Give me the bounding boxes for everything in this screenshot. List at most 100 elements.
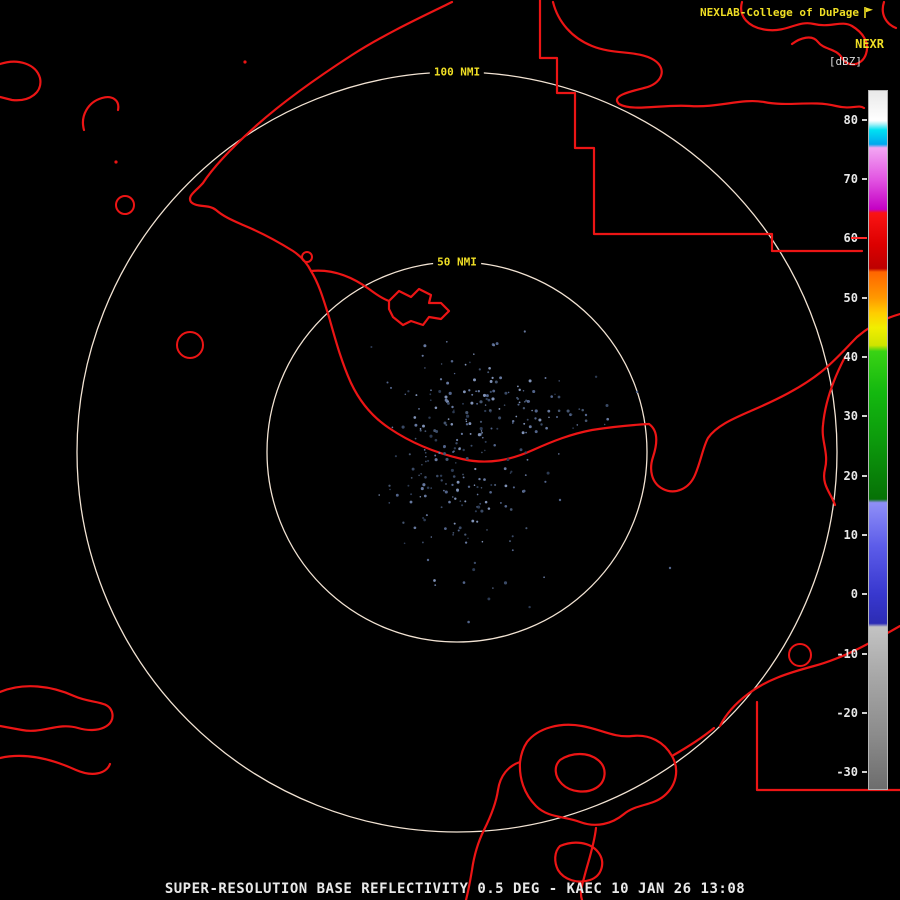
- echo-dot: [422, 355, 424, 357]
- echo-dot: [480, 427, 483, 430]
- echo-dot: [424, 367, 425, 368]
- echo-dot: [487, 371, 489, 373]
- colorbar-tick-label: 0: [822, 587, 858, 601]
- echo-dot: [423, 519, 426, 522]
- echo-dot: [389, 489, 390, 490]
- geo-dot: [114, 160, 117, 163]
- echo-dot: [481, 430, 482, 431]
- echo-dot: [465, 411, 468, 414]
- echo-dot: [486, 398, 488, 400]
- echo-dot: [431, 536, 433, 538]
- echo-dot: [388, 485, 390, 487]
- echo-dot: [558, 410, 561, 413]
- echo-dot: [479, 503, 481, 505]
- echo-dot: [452, 496, 453, 497]
- echo-dot: [492, 377, 494, 379]
- echo-dot: [453, 450, 455, 452]
- echo-dot: [483, 478, 486, 481]
- echo-dot: [545, 427, 548, 430]
- echo-dot: [485, 404, 486, 405]
- echo-dot: [424, 495, 427, 498]
- echo-dot: [415, 438, 417, 440]
- echo-dot: [456, 439, 458, 441]
- echo-dot: [529, 379, 532, 382]
- echo-dot: [438, 452, 440, 454]
- echo-dot: [451, 484, 453, 486]
- echo-dot: [523, 490, 526, 493]
- colorbar-tick-label: -30: [822, 765, 858, 779]
- echo-dot: [458, 448, 461, 451]
- echo-dot: [466, 457, 469, 460]
- echo-dot: [410, 493, 412, 495]
- echo-dot: [480, 421, 482, 423]
- echo-dot: [492, 390, 495, 393]
- echo-dot: [567, 409, 570, 412]
- echo-dot: [534, 417, 536, 419]
- echo-dot: [572, 427, 574, 429]
- echo-dot: [474, 484, 476, 486]
- echo-dot: [466, 421, 468, 423]
- echo-dot: [451, 423, 454, 426]
- product-code-label: NEXR: [855, 37, 884, 51]
- colorbar-tick-label: -20: [822, 706, 858, 720]
- echo-dot: [528, 400, 530, 402]
- echo-dot: [430, 399, 432, 401]
- echo-dot: [412, 468, 415, 471]
- echo-dot: [453, 532, 455, 534]
- echo-dot: [445, 424, 447, 426]
- echo-dot: [464, 500, 466, 502]
- echo-dot: [392, 427, 394, 429]
- echo-dot: [444, 422, 447, 425]
- echo-dot: [669, 567, 671, 569]
- echo-dot: [420, 496, 422, 498]
- echo-dot: [457, 481, 460, 484]
- colorbar-tick: [862, 415, 867, 417]
- echo-dot: [429, 435, 432, 438]
- echo-dot: [476, 521, 478, 523]
- echo-dot: [523, 390, 525, 392]
- echo-dot: [460, 500, 462, 502]
- echo-dot: [443, 490, 445, 492]
- echo-dot: [525, 527, 527, 529]
- geo-line: [0, 756, 110, 774]
- echo-dot: [492, 587, 493, 588]
- colorbar-tick-label: 70: [822, 172, 858, 186]
- echo-dot: [477, 494, 479, 496]
- echo-dot: [475, 510, 477, 512]
- echo-dot: [520, 448, 523, 451]
- echo-dot: [484, 450, 486, 452]
- echo-dot: [425, 456, 426, 457]
- echo-dot: [527, 459, 529, 461]
- echo-dot: [523, 407, 525, 409]
- echo-dot: [512, 420, 514, 422]
- colorbar-tick-label: 20: [822, 469, 858, 483]
- echo-dot: [515, 416, 517, 418]
- echo-dot: [433, 579, 436, 582]
- echo-dot: [424, 476, 427, 479]
- echo-dot: [446, 341, 448, 343]
- echo-dot: [465, 419, 467, 421]
- echo-dot: [475, 390, 477, 392]
- echo-dot: [433, 429, 436, 432]
- echo-dot: [538, 418, 541, 421]
- geo-circle: [302, 252, 312, 262]
- colorbar-tick-label: 10: [822, 528, 858, 542]
- echo-dot: [479, 400, 482, 403]
- echo-dot: [468, 422, 471, 425]
- echo-dot: [447, 402, 450, 405]
- colorbar-tick: [862, 475, 867, 477]
- echo-dot: [440, 475, 442, 477]
- echo-dot: [407, 485, 409, 487]
- echo-dot: [410, 501, 413, 504]
- echo-dot: [426, 514, 428, 516]
- echo-dot: [465, 364, 467, 366]
- echo-dot: [396, 494, 399, 497]
- echo-dot: [493, 444, 496, 447]
- geo-circle: [177, 332, 203, 358]
- echo-dot: [490, 411, 492, 413]
- geo-line: [0, 686, 113, 731]
- echo-dot: [525, 474, 527, 476]
- echo-dot: [443, 445, 446, 448]
- echo-dot: [428, 416, 430, 418]
- reflectivity-colorbar: [868, 90, 888, 790]
